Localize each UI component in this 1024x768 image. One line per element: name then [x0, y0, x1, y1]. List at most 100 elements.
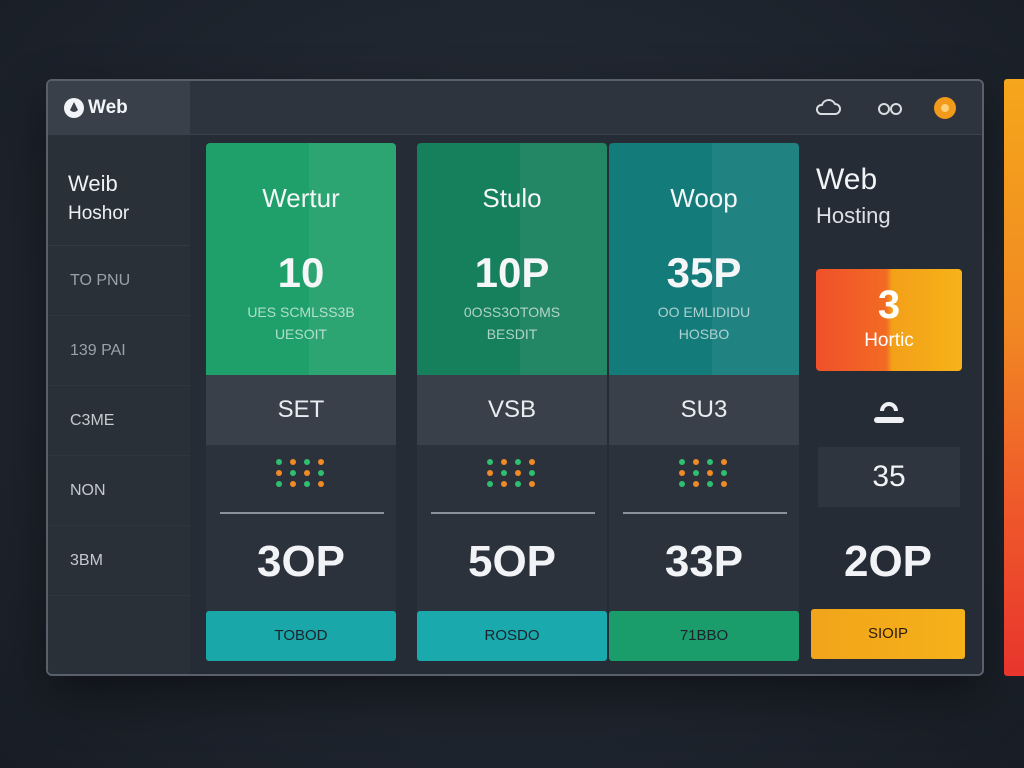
feature-dot: [487, 481, 493, 487]
plan-card-3: Woop 35P OO EMLIDIDU HOSBO SU3 33P 71BBO: [609, 143, 799, 661]
feature-dot: [707, 459, 713, 465]
feature-dot: [290, 459, 296, 465]
brand-name: Web: [88, 97, 128, 118]
plan-big-value: 10P: [474, 249, 550, 296]
sidebar-item-4[interactable]: NON: [48, 456, 190, 526]
plan-tier-label: VSB: [417, 375, 607, 445]
plan-card-2: Stulo 10P 0OSS3OTOMS BESDIT VSB 5OP ROSD…: [417, 143, 607, 661]
plan-name: Woop: [670, 183, 738, 213]
feature-dot: [707, 481, 713, 487]
feature-dot: [529, 481, 535, 487]
plan-tier-label: SET: [206, 375, 396, 445]
sidebar-heading: Weib Hoshor: [48, 135, 190, 246]
feature-dot: [290, 470, 296, 476]
feature-dot: [721, 459, 727, 465]
brand-logo-icon: [64, 98, 84, 118]
plan-header: Woop 35P OO EMLIDIDU HOSBO: [609, 143, 799, 375]
feature-dot: [318, 481, 324, 487]
divider: [623, 512, 787, 514]
feature-dot: [276, 470, 282, 476]
feature-dot: [304, 459, 310, 465]
cloud-icon[interactable]: [814, 98, 842, 118]
plan-price: 33P: [664, 537, 744, 586]
featured-price: 2OP: [843, 537, 933, 586]
plan-card-1: Wertur 10 UES SCMLSS3B UESOIT SET 3OP TO…: [206, 143, 396, 661]
plan-description-line2: HOSBO: [678, 326, 730, 342]
sidebar-item-3[interactable]: C3ME: [48, 386, 190, 456]
sidebar: Weib Hoshor TO PNU 139 PAI C3ME NON 3BM: [48, 135, 190, 674]
plan-description-line1: 0OSS3OTOMS: [463, 304, 561, 320]
plan-select-button[interactable]: 71BBO: [609, 611, 799, 661]
feature-dot: [276, 481, 282, 487]
plan-big-value: 35P: [666, 249, 742, 296]
featured-stat: 35: [818, 447, 960, 507]
feature-dots-icon: [679, 459, 731, 493]
title-bar: Web: [48, 81, 982, 135]
plan-name: Wertur: [262, 183, 340, 213]
feature-dots-icon: [487, 459, 539, 493]
feature-dot: [721, 481, 727, 487]
plan-name: Stulo: [482, 183, 542, 213]
link-icon[interactable]: [874, 98, 906, 118]
feature-dot: [487, 470, 493, 476]
plan-description: UES SCMLSS3B UESOIT: [206, 301, 396, 345]
sidebar-heading-line2: Hoshor: [68, 203, 130, 224]
divider: [431, 512, 595, 514]
feature-dot: [515, 459, 521, 465]
featured-select-button[interactable]: SIOIP: [811, 609, 965, 659]
brand[interactable]: Web: [48, 81, 190, 135]
feature-dot: [529, 459, 535, 465]
plan-lower-panel: 3OP TOBOD: [206, 445, 396, 661]
feature-dots-icon: [276, 459, 328, 493]
plan-description-line2: UESOIT: [274, 326, 328, 342]
plan-select-button[interactable]: ROSDO: [417, 611, 607, 661]
featured-badge[interactable]: 3 Hortic: [816, 269, 962, 371]
plan-description-line1: OO EMLIDIDU: [657, 304, 751, 320]
plan-price: 5OP: [467, 537, 557, 586]
app-window: Web Weib Hoshor TO PNU 139 PAI C3ME NON …: [46, 79, 984, 676]
feature-dot: [501, 459, 507, 465]
feature-dot: [515, 470, 521, 476]
plan-header: Wertur 10 UES SCMLSS3B UESOIT: [206, 143, 396, 375]
feature-dot: [501, 481, 507, 487]
feature-dot: [693, 459, 699, 465]
plan-price: 3OP: [256, 537, 346, 586]
plan-description-line1: UES SCMLSS3B: [247, 304, 355, 320]
featured-badge-label: Hortic: [864, 330, 914, 351]
plan-description: OO EMLIDIDU HOSBO: [609, 301, 799, 345]
plan-description-line2: BESDIT: [486, 326, 538, 342]
sidebar-item-1[interactable]: TO PNU: [48, 246, 190, 316]
feature-dot: [693, 481, 699, 487]
sidebar-heading-line1: Weib: [68, 171, 118, 196]
plan-big-value: 10: [277, 249, 325, 296]
plan-header: Stulo 10P 0OSS3OTOMS BESDIT: [417, 143, 607, 375]
feature-dot: [679, 481, 685, 487]
feature-dot: [721, 470, 727, 476]
plan-select-button[interactable]: TOBOD: [206, 611, 396, 661]
feature-dot: [304, 470, 310, 476]
featured-plan-card: Web Hosting 3 Hortic 35 2OP SIOIP: [808, 143, 968, 659]
feature-dot: [679, 470, 685, 476]
divider: [220, 512, 384, 514]
featured-title: Web: [816, 163, 878, 196]
feature-dot: [304, 481, 310, 487]
user-icon: [874, 402, 904, 423]
feature-dot: [318, 470, 324, 476]
feature-dot: [487, 459, 493, 465]
next-panel-edge: [1004, 79, 1024, 676]
feature-dot: [693, 470, 699, 476]
sidebar-item-5[interactable]: 3BM: [48, 526, 190, 596]
sidebar-item-2[interactable]: 139 PAI: [48, 316, 190, 386]
feature-dot: [290, 481, 296, 487]
feature-dot: [679, 459, 685, 465]
feature-dot: [318, 459, 324, 465]
featured-badge-number: 3: [877, 283, 901, 327]
notification-dot-icon[interactable]: [932, 95, 958, 121]
feature-dot: [515, 481, 521, 487]
plan-lower-panel: 5OP ROSDO: [417, 445, 607, 661]
featured-subtitle: Hosting: [816, 203, 891, 228]
plan-description: 0OSS3OTOMS BESDIT: [417, 301, 607, 345]
plan-lower-panel: 33P 71BBO: [609, 445, 799, 661]
feature-dot: [501, 470, 507, 476]
feature-dot: [707, 470, 713, 476]
